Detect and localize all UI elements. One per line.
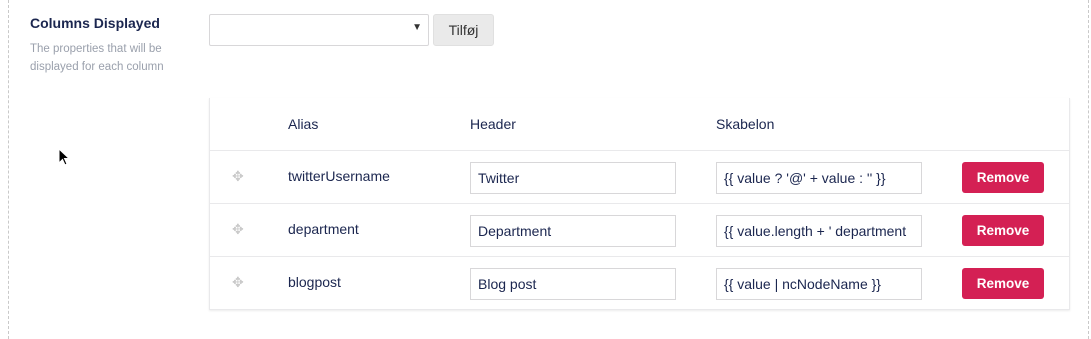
column-header-template: Skabelon xyxy=(716,116,775,132)
remove-button[interactable]: Remove xyxy=(962,162,1044,193)
table-row: ✥ department Department {{ value.length … xyxy=(209,203,1070,256)
row-alias: blogpost xyxy=(288,274,341,290)
property-description: The properties that will be displayed fo… xyxy=(30,43,164,73)
move-icon[interactable]: ✥ xyxy=(232,274,244,291)
column-header-alias: Alias xyxy=(288,116,319,132)
header-input[interactable]: Twitter xyxy=(470,162,676,194)
remove-button[interactable]: Remove xyxy=(962,215,1044,246)
add-column-button[interactable]: Tilføj xyxy=(433,14,494,46)
table-row: ✥ blogpost Blog post {{ value | ncNodeNa… xyxy=(209,256,1070,309)
template-input[interactable]: {{ value | ncNodeName }} xyxy=(716,268,922,300)
property-editor-right-border xyxy=(1088,0,1089,339)
template-input[interactable]: {{ value ? '@' + value : '' }} xyxy=(716,162,922,194)
property-title: Columns Displayed xyxy=(30,15,160,31)
caret-down-icon: ▼ xyxy=(412,22,422,33)
remove-button[interactable]: Remove xyxy=(962,268,1044,299)
column-select[interactable]: ▼ xyxy=(209,14,429,46)
move-icon[interactable]: ✥ xyxy=(232,168,244,185)
row-alias: department xyxy=(288,221,359,237)
header-input[interactable]: Blog post xyxy=(470,268,676,300)
row-alias: twitterUsername xyxy=(288,168,390,184)
move-icon[interactable]: ✥ xyxy=(232,221,244,238)
header-input[interactable]: Department xyxy=(470,215,676,247)
column-header-header: Header xyxy=(470,116,516,132)
template-input[interactable]: {{ value.length + ' department xyxy=(716,215,922,247)
table-row: ✥ twitterUsername Twitter {{ value ? '@'… xyxy=(209,150,1070,203)
mouse-pointer-icon xyxy=(58,147,71,171)
